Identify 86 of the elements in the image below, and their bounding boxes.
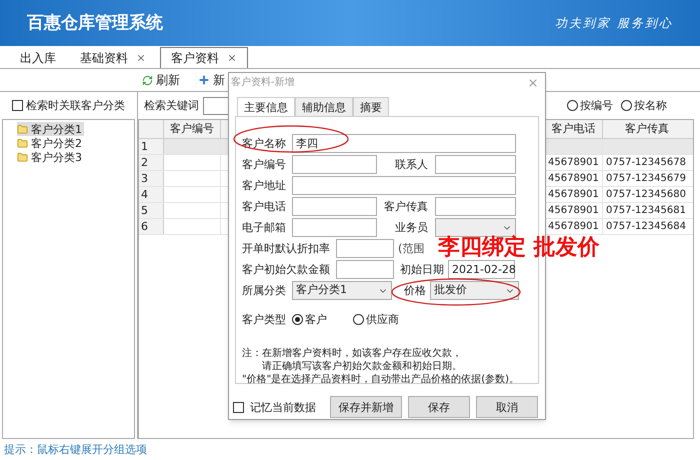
dialog-title: 客户资料-新增 <box>231 78 295 88</box>
tab[interactable]: 基础资料 <box>70 47 156 68</box>
row-number: 1 <box>139 139 164 154</box>
field-label: 客户地址 <box>242 178 287 194</box>
tab[interactable]: 出入库 <box>10 47 66 68</box>
tab[interactable]: 辅助信息 <box>295 97 353 116</box>
input-field[interactable] <box>292 197 377 216</box>
table-cell: 0757-12345681 <box>606 205 686 216</box>
note-text: 注：在新增客户资料时，如该客户存在应收欠款， <box>242 347 462 360</box>
checkbox[interactable] <box>12 100 23 111</box>
radio-label: 供应商 <box>366 314 399 325</box>
radio-button[interactable] <box>353 314 364 325</box>
note-text: 请正确填写该客户初始欠款金额和初始日期。 <box>262 360 462 373</box>
folder-icon <box>17 124 28 134</box>
refresh-icon <box>142 74 153 86</box>
dialog-button[interactable]: 取消 <box>476 396 538 418</box>
field-label: 客户初始欠款金额 <box>242 262 331 278</box>
dropdown[interactable]: 批发价 <box>430 281 519 300</box>
input-field[interactable] <box>292 218 377 237</box>
field-label: 客户编号 <box>242 157 287 173</box>
row-number: 4 <box>139 187 164 202</box>
toolbar-button[interactable]: 新 <box>198 74 225 86</box>
tree-item[interactable]: 客户分类1 <box>17 122 84 136</box>
tab[interactable]: 客户资料 <box>160 47 248 68</box>
tree-item[interactable]: 客户分类3 <box>17 150 84 164</box>
search-label: 检索关键词 <box>144 100 199 111</box>
row-number: 6 <box>139 219 164 234</box>
field-label: 客户电话 <box>242 199 287 215</box>
radio-label: 按名称 <box>634 100 667 111</box>
field-label: 电子邮箱 <box>242 220 287 236</box>
status-hint: 提示：鼠标右键展开分组选项 <box>4 444 147 455</box>
column-header: 客户编号 <box>164 120 221 138</box>
field-label: 业务员 <box>394 220 429 236</box>
checkbox-label: 记忆当前数据 <box>250 402 316 412</box>
table-cell: 0757-12345679 <box>606 173 686 184</box>
radio-button[interactable] <box>567 100 578 111</box>
table-cell: 45678901 <box>548 189 599 200</box>
input-field[interactable] <box>336 239 394 258</box>
field-label: 所属分类 <box>242 283 287 299</box>
input-field[interactable]: 李四 <box>292 134 516 153</box>
table-cell: 45678901 <box>548 157 599 168</box>
radio-label: 按编号 <box>580 100 613 111</box>
tab[interactable]: 摘要 <box>353 97 389 116</box>
table-cell: 45678901 <box>548 173 599 184</box>
input-field[interactable] <box>435 197 516 216</box>
field-label: 联系人 <box>394 157 429 173</box>
tree-item[interactable]: 客户分类2 <box>17 136 84 150</box>
input-field[interactable] <box>336 260 394 279</box>
table-cell: 0757-12345678 <box>606 157 686 168</box>
dialog-button[interactable]: 保存 <box>408 396 470 418</box>
radio-button[interactable] <box>292 314 303 325</box>
checkbox-label: 检索时关联客户分类 <box>26 100 125 111</box>
field-label: 价格 <box>403 283 426 299</box>
field-label: 客户传真 <box>383 199 429 215</box>
annotation-text: 李四绑定 批发价 <box>438 237 600 259</box>
toolbar-button[interactable]: 刷新 <box>142 74 180 86</box>
input-field[interactable] <box>292 176 516 195</box>
hint-text: (范围 <box>398 243 424 254</box>
folder-icon <box>17 152 28 162</box>
input-field[interactable] <box>292 155 377 174</box>
slogan: 功夫到家 服务到心 <box>555 17 673 29</box>
field-label: 开单时默认折扣率 <box>242 241 331 257</box>
field-label: 初始日期 <box>399 262 444 278</box>
row-number: 3 <box>139 171 164 186</box>
close-icon[interactable] <box>227 53 237 63</box>
row-number: 5 <box>139 203 164 218</box>
dropdown[interactable]: 客户分类1 <box>292 281 392 300</box>
close-icon[interactable] <box>136 52 146 62</box>
dialog-button[interactable]: 保存并新增 <box>330 396 402 418</box>
radio-label: 客户 <box>305 314 327 325</box>
plus-icon <box>198 74 210 86</box>
row-number: 2 <box>139 155 164 170</box>
tab[interactable]: 主要信息 <box>237 97 295 116</box>
field-label: 客户类型 <box>242 312 287 328</box>
table-cell: 45678901 <box>548 205 599 216</box>
input-field[interactable]: 2021-02-28 <box>448 260 515 279</box>
radio-button[interactable] <box>621 100 632 111</box>
column-header: 客户传真 <box>624 121 670 137</box>
table-cell: 0757-12345684 <box>606 221 686 232</box>
table-cell: 45678901 <box>548 221 599 232</box>
app-title: 百惠仓库管理系统 <box>27 14 163 32</box>
input-field[interactable] <box>435 155 516 174</box>
checkbox[interactable] <box>233 402 244 412</box>
folder-icon <box>17 138 28 148</box>
note-text: "价格"是在选择产品资料时，自动带出产品价格的依据(参数)。 <box>242 373 520 386</box>
table-cell: 0757-12345680 <box>606 189 686 200</box>
